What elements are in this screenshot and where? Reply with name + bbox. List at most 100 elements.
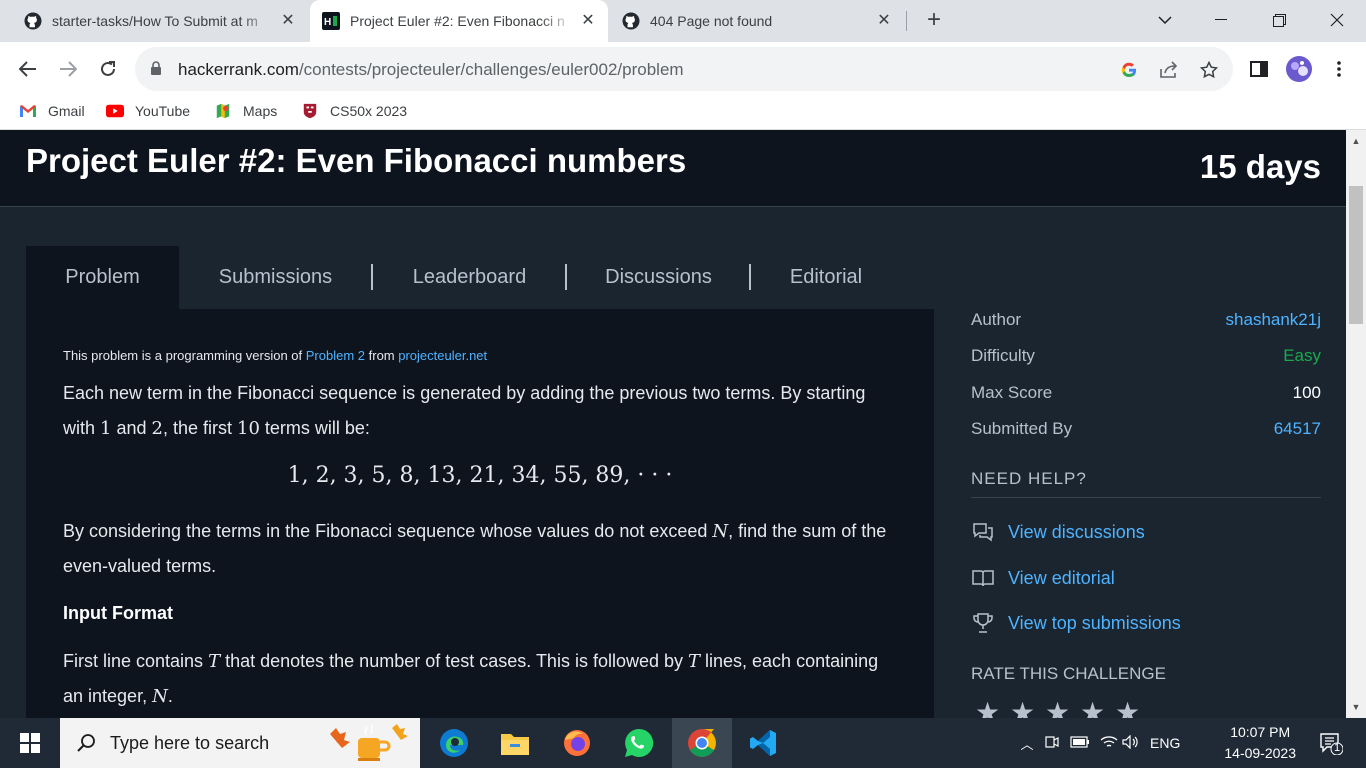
bookmark-star-icon[interactable]	[1198, 59, 1220, 81]
new-tab-button[interactable]: +	[920, 8, 948, 34]
meet-now-icon[interactable]	[1044, 734, 1064, 753]
address-bar[interactable]: hackerrank.com/contests/projecteuler/cha…	[135, 47, 1233, 91]
notification-count: 1	[1334, 742, 1341, 754]
tab-leaderboard[interactable]: Leaderboard	[373, 246, 566, 309]
taskbar-search-box[interactable]: Type here to search	[60, 718, 420, 768]
edge-icon	[440, 729, 468, 757]
tab-title: Project Euler #2: Even Fibonacci n	[350, 13, 565, 29]
problem-paragraph-1: Each new term in the Fibonacci sequence …	[63, 383, 866, 439]
taskbar-chrome[interactable]	[672, 718, 732, 768]
windows-taskbar: Type here to search ︿ ENG 10:07 PM 14-09…	[0, 718, 1366, 768]
close-tab-icon[interactable]: ✕	[876, 13, 892, 29]
close-icon	[1330, 13, 1344, 27]
bookmarks-bar: Gmail YouTube Maps CS50x 2023	[0, 96, 1366, 130]
taskbar-vscode[interactable]	[733, 718, 793, 768]
tab-editorial[interactable]: Editorial	[751, 246, 901, 309]
bookmark-maps[interactable]: Maps	[214, 103, 277, 119]
language-indicator[interactable]: ENG	[1150, 735, 1180, 751]
chevron-down-icon	[1158, 15, 1172, 24]
author-link[interactable]: shashank21j	[1226, 310, 1321, 330]
back-button[interactable]	[15, 56, 41, 82]
challenge-tabs: Problem Submissions Leaderboard Discussi…	[26, 246, 934, 309]
star-icon[interactable]: ★	[1080, 696, 1115, 718]
chrome-icon	[688, 729, 716, 757]
star-icon[interactable]: ★	[1010, 696, 1045, 718]
problem-source: This problem is a programming version of…	[63, 348, 488, 363]
start-button[interactable]	[0, 718, 60, 768]
restore-button[interactable]	[1256, 0, 1302, 40]
taskbar-file-explorer[interactable]	[485, 718, 545, 768]
taskbar-firefox[interactable]	[547, 718, 607, 768]
autumn-tea-icon	[330, 724, 408, 761]
close-window-button[interactable]	[1314, 0, 1360, 40]
projecteuler-link[interactable]: projecteuler.net	[398, 348, 487, 363]
windows-icon	[20, 733, 40, 753]
view-top-submissions-link[interactable]: View top submissions	[971, 611, 1181, 635]
tab-discussions[interactable]: Discussions	[567, 246, 750, 309]
tab-search-button[interactable]	[1142, 0, 1188, 40]
max-score-value: 100	[1292, 383, 1321, 402]
profile-avatar[interactable]	[1285, 55, 1313, 83]
close-tab-icon[interactable]: ✕	[580, 13, 596, 29]
search-icon	[77, 734, 95, 752]
page-scrollbar[interactable]: ▲ ▼	[1346, 130, 1366, 718]
days-remaining: 15 days	[1199, 148, 1321, 185]
bookmark-cs50x[interactable]: CS50x 2023	[301, 103, 407, 119]
vscode-icon	[750, 730, 776, 756]
maps-icon	[216, 103, 230, 119]
view-discussions-link[interactable]: View discussions	[971, 520, 1145, 544]
input-format-text: First line contains T that denotes the n…	[63, 651, 879, 707]
side-panel-icon[interactable]	[1246, 56, 1272, 82]
browser-tab-starter-tasks[interactable]: starter-tasks/How To Submit at m ✕	[12, 0, 308, 42]
tab-problem[interactable]: Problem	[26, 246, 179, 309]
battery-icon[interactable]	[1070, 735, 1092, 751]
problem-statement: This problem is a programming version of…	[26, 309, 934, 718]
share-icon[interactable]	[1158, 59, 1180, 81]
difficulty-row: Difficulty Easy	[971, 346, 1321, 365]
rate-challenge-heading: RATE THIS CHALLENGE	[971, 664, 1166, 683]
reload-button[interactable]	[95, 56, 121, 82]
taskbar-clock[interactable]: 10:07 PM 14-09-2023	[1224, 722, 1296, 764]
youtube-icon	[106, 104, 124, 118]
taskbar-edge[interactable]	[424, 718, 484, 768]
page-title: Project Euler #2: Even Fibonacci numbers	[26, 142, 687, 179]
folder-icon	[501, 734, 529, 755]
chevron-up-icon[interactable]: ︿	[1016, 734, 1038, 753]
chrome-menu-icon[interactable]	[1326, 56, 1352, 82]
tab-submissions[interactable]: Submissions	[179, 246, 372, 309]
browser-tab-strip: starter-tasks/How To Submit at m ✕ H Pro…	[0, 0, 1366, 42]
submitted-by-row: Submitted By 64517	[971, 419, 1321, 439]
close-tab-icon[interactable]: ✕	[280, 13, 296, 29]
view-editorial-link[interactable]: View editorial	[971, 566, 1115, 590]
back-arrow-icon	[19, 61, 36, 77]
star-icon[interactable]: ★	[1045, 696, 1080, 718]
scrollbar-thumb[interactable]	[1349, 186, 1363, 324]
submitted-by-link[interactable]: 64517	[1274, 419, 1321, 439]
taskbar-whatsapp[interactable]	[609, 718, 669, 768]
wifi-icon[interactable]	[1100, 735, 1120, 752]
challenge-header: Project Euler #2: Even Fibonacci numbers…	[0, 130, 1346, 207]
minimize-button[interactable]	[1198, 0, 1244, 40]
google-translate-icon[interactable]	[1118, 59, 1140, 81]
bookmark-youtube[interactable]: YouTube	[106, 103, 190, 119]
browser-tab-404[interactable]: 404 Page not found ✕	[610, 0, 904, 42]
search-placeholder: Type here to search	[110, 732, 270, 753]
fibonacci-sequence: 1, 2, 3, 5, 8, 13, 21, 34, 55, 89, · · ·	[287, 463, 673, 488]
hackerrank-icon: H	[322, 12, 340, 30]
input-format-heading: Input Format	[63, 603, 173, 623]
max-score-row: Max Score 100	[971, 383, 1321, 402]
problem-2-link[interactable]: Problem 2	[306, 348, 365, 363]
forward-button[interactable]	[55, 56, 81, 82]
lock-icon	[151, 61, 161, 75]
browser-toolbar: hackerrank.com/contests/projecteuler/cha…	[0, 42, 1366, 96]
star-icon[interactable]: ★	[1115, 696, 1150, 718]
forward-arrow-icon	[60, 61, 77, 77]
scroll-down-icon[interactable]: ▼	[1346, 702, 1366, 712]
star-icon[interactable]: ★	[975, 696, 1010, 718]
notification-center-button[interactable]: 1	[1306, 718, 1356, 768]
scroll-up-icon[interactable]: ▲	[1346, 136, 1366, 146]
page-content: Project Euler #2: Even Fibonacci numbers…	[0, 130, 1346, 718]
volume-icon[interactable]	[1122, 734, 1144, 752]
bookmark-gmail[interactable]: Gmail	[19, 103, 85, 119]
browser-tab-project-euler[interactable]: H Project Euler #2: Even Fibonacci n ✕	[310, 0, 608, 42]
